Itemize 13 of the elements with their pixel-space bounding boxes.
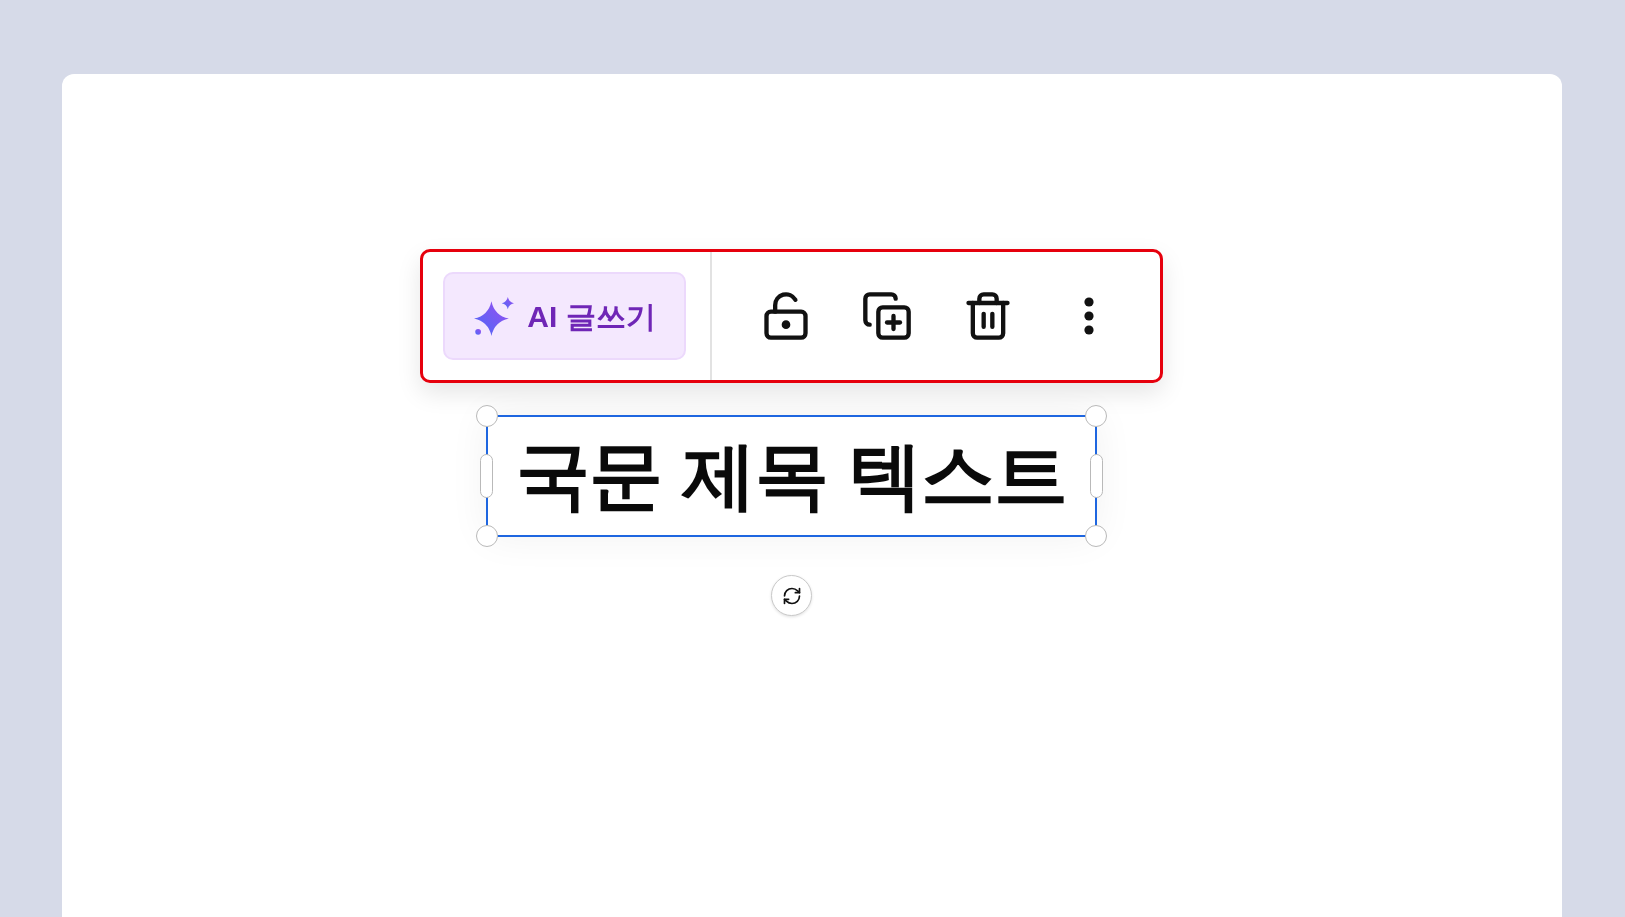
copy-plus-icon: [860, 290, 913, 342]
more-vertical-icon: [1083, 297, 1094, 335]
ai-writing-button[interactable]: AI 글쓰기: [443, 272, 686, 360]
resize-handle[interactable]: [480, 454, 494, 499]
resize-handle[interactable]: [1084, 525, 1107, 548]
resize-handle[interactable]: [476, 525, 499, 548]
resize-handle[interactable]: [1084, 405, 1107, 427]
circular-arrows-icon: [781, 585, 802, 606]
resize-handle[interactable]: [1089, 454, 1103, 499]
rotate-handle[interactable]: [771, 575, 812, 617]
sparkle-icon: [473, 295, 516, 337]
resize-handle[interactable]: [476, 405, 499, 427]
title-text: 국문 제목 텍스트: [516, 433, 1067, 519]
